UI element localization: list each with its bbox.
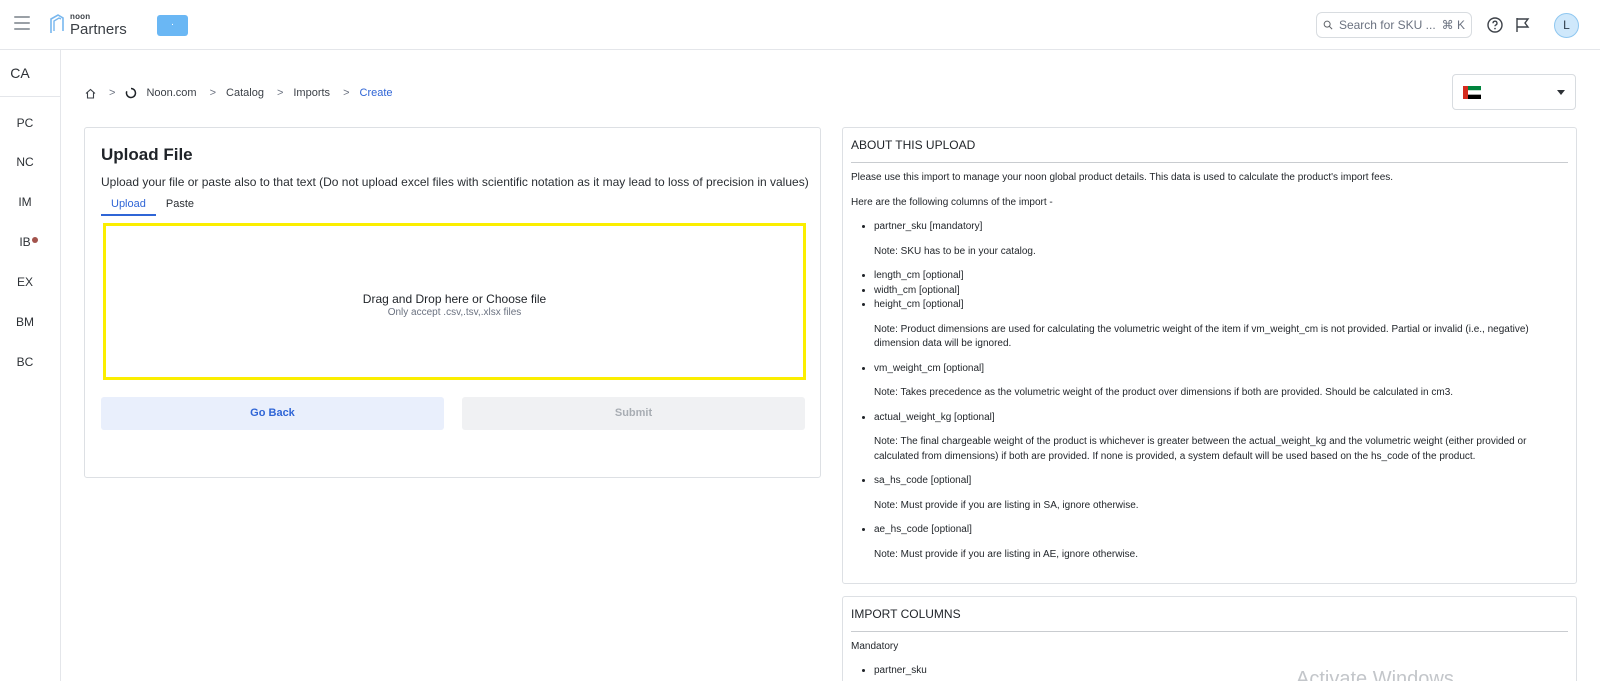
sidebar-item-ib[interactable]: IB — [0, 235, 50, 249]
upload-card: Upload File Upload your file or paste al… — [84, 127, 821, 478]
column-list: partner_sku [mandatory] — [851, 220, 1571, 235]
sidebar-item-pc[interactable]: PC — [0, 116, 50, 130]
note-vm-weight: Note: Takes precedence as the volumetric… — [874, 387, 1454, 398]
breadcrumb-create: Create — [359, 87, 393, 99]
loading-spinner-icon — [126, 87, 137, 99]
about-columns-intro: Here are the following columns of the im… — [851, 196, 1053, 208]
sidebar: CA PC NC IM IB EX BM BC — [0, 50, 61, 681]
column-list: ae_hs_code [optional] — [851, 523, 1571, 538]
note-partner-sku: Note: SKU has to be in your catalog. — [874, 245, 1036, 257]
column-list: length_cm [optional] width_cm [optional]… — [851, 269, 1571, 313]
column-list: vm_weight_cm [optional] — [851, 362, 1571, 377]
import-columns-card: IMPORT COLUMNS Mandatory partner_sku — [842, 596, 1577, 681]
column-partner-sku: partner_sku [mandatory] — [874, 220, 1571, 235]
mandatory-item: partner_sku — [874, 664, 927, 678]
breadcrumb: > Noon.com > Catalog > Imports > Create — [85, 85, 393, 101]
search-shortcut-hint: ⌘ K — [1441, 18, 1465, 32]
help-icon[interactable] — [1486, 16, 1504, 34]
tab-paste[interactable]: Paste — [156, 198, 204, 216]
logo-small-text: noon — [70, 12, 91, 21]
user-avatar[interactable]: L — [1554, 13, 1579, 38]
breadcrumb-imports[interactable]: Imports — [293, 87, 330, 99]
column-length: length_cm [optional] — [874, 269, 1571, 284]
ae-flag-icon — [1463, 86, 1481, 99]
logo-mark-icon — [50, 14, 64, 33]
upload-description: Upload your file or paste also to that t… — [101, 175, 809, 189]
breadcrumb-separator: > — [343, 87, 350, 99]
column-list: sa_hs_code [optional] — [851, 474, 1571, 489]
notification-dot — [32, 237, 38, 243]
upload-tabs: Upload Paste — [101, 198, 204, 216]
upload-title: Upload File — [101, 145, 193, 164]
home-icon[interactable] — [85, 88, 96, 99]
dropzone-title: Drag and Drop here or Choose file — [362, 292, 547, 306]
environment-badge[interactable]: · — [157, 15, 188, 36]
file-dropzone[interactable]: Drag and Drop here or Choose file Only a… — [103, 223, 806, 380]
mandatory-list: partner_sku — [851, 664, 927, 678]
country-select[interactable] — [1452, 74, 1576, 110]
breadcrumb-separator: > — [276, 87, 284, 99]
sidebar-item-bm[interactable]: BM — [0, 315, 50, 329]
breadcrumb-separator: > — [109, 87, 116, 99]
import-columns-body: Mandatory partner_sku — [851, 640, 927, 678]
note-sa-hs-code: Note: Must provide if you are listing in… — [874, 499, 1139, 511]
about-heading: ABOUT THIS UPLOAD — [851, 138, 976, 152]
tab-upload[interactable]: Upload — [101, 198, 156, 216]
column-height: height_cm [optional] — [874, 298, 1571, 313]
about-upload-card: ABOUT THIS UPLOAD Please use this import… — [842, 127, 1577, 584]
divider — [851, 631, 1568, 632]
breadcrumb-separator: > — [209, 87, 217, 99]
top-bar: noon Partners · Search for SKU ... ⌘ K L — [0, 0, 1600, 50]
column-sa-hs-code: sa_hs_code [optional] — [874, 474, 1571, 489]
search-placeholder: Search for SKU ... — [1338, 18, 1436, 32]
sidebar-divider — [0, 96, 60, 97]
breadcrumb-noon[interactable]: Noon.com — [146, 87, 196, 99]
column-ae-hs-code: ae_hs_code [optional] — [874, 523, 1571, 538]
hamburger-menu-icon[interactable] — [14, 16, 30, 32]
search-input[interactable]: Search for SKU ... ⌘ K — [1316, 12, 1472, 38]
search-icon — [1323, 20, 1333, 30]
go-back-button[interactable]: Go Back — [101, 397, 444, 430]
about-intro: Please use this import to manage your no… — [851, 172, 1394, 183]
sidebar-item-nc[interactable]: NC — [0, 155, 50, 169]
note-dimensions: Note: Product dimensions are used for ca… — [874, 323, 1529, 350]
note-actual-weight: Note: The final chargeable weight of the… — [874, 436, 1527, 462]
column-actual-weight: actual_weight_kg [optional] — [874, 411, 1571, 426]
sidebar-item-ex[interactable]: EX — [0, 275, 50, 289]
dropzone-subtitle: Only accept .csv,.tsv,.xlsx files — [387, 307, 522, 318]
sidebar-top-label[interactable]: CA — [0, 65, 40, 81]
about-body: Please use this import to manage your no… — [851, 171, 1571, 572]
note-ae-hs-code: Note: Must provide if you are listing in… — [874, 548, 1139, 560]
column-list: actual_weight_kg [optional] — [851, 411, 1571, 426]
breadcrumb-catalog[interactable]: Catalog — [226, 87, 264, 99]
submit-button[interactable]: Submit — [462, 397, 805, 430]
column-width: width_cm [optional] — [874, 284, 1571, 299]
sidebar-item-bc[interactable]: BC — [0, 355, 50, 369]
activate-windows-watermark: Activate Windows — [1296, 668, 1454, 681]
noon-partners-logo[interactable]: noon Partners — [48, 12, 127, 38]
import-columns-heading: IMPORT COLUMNS — [851, 607, 961, 621]
chevron-down-icon — [1557, 90, 1565, 95]
column-vm-weight: vm_weight_cm [optional] — [874, 362, 1571, 377]
report-flag-icon[interactable] — [1514, 16, 1532, 34]
mandatory-label: Mandatory — [851, 641, 899, 652]
divider — [851, 162, 1568, 163]
logo-big-text: Partners — [70, 21, 127, 38]
sidebar-item-im[interactable]: IM — [0, 195, 50, 209]
